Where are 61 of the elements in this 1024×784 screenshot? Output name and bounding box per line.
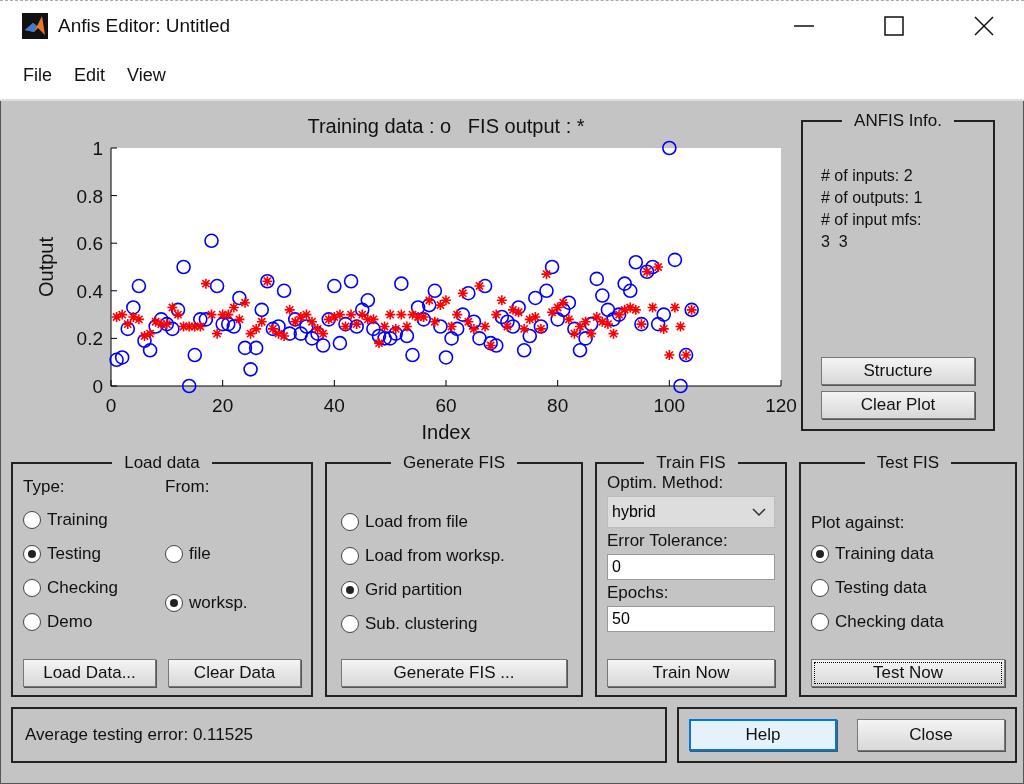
- y-axis-label: Output: [35, 237, 57, 297]
- field-label: Optim. Method:: [607, 473, 725, 493]
- radio-label: Sub. clustering: [365, 614, 478, 634]
- status-message: Average testing error: 0.11525: [11, 707, 667, 763]
- tick-label: 0.2: [76, 328, 103, 350]
- panel-title: Generate FIS: [401, 453, 507, 473]
- tick-label: 0: [92, 376, 103, 397]
- info-text: # of outputs: 1: [821, 188, 924, 208]
- radio-label: Demo: [47, 612, 93, 632]
- panel-button[interactable]: Structure: [821, 357, 975, 385]
- radio-label: Load from file: [365, 512, 468, 532]
- radio-label: Testing: [47, 544, 101, 564]
- panel-title: ANFIS Info.: [853, 111, 943, 131]
- tick-label: 0.4: [76, 280, 103, 302]
- group-label: Plot against:: [811, 513, 905, 532]
- tick-label: 0.8: [76, 185, 103, 207]
- radio-label: worksp.: [189, 593, 248, 613]
- train-now-button[interactable]: Train Now: [607, 659, 775, 687]
- info-text: # of input mfs:: [821, 210, 923, 230]
- tick-label: 0.6: [76, 233, 103, 255]
- menu-item[interactable]: Edit: [63, 60, 117, 90]
- radio-label: Testing data: [835, 578, 927, 598]
- tick-label: 60: [435, 395, 457, 416]
- info-text: # of inputs: 2: [821, 166, 914, 186]
- method-dropdown[interactable]: hybrid: [607, 496, 775, 528]
- radio-label: Load from worksp.: [365, 546, 505, 566]
- field-label: Epochs:: [607, 583, 670, 603]
- tick-label: 1: [92, 138, 103, 159]
- tick-label: 100: [653, 395, 686, 416]
- info-text: 3 3: [821, 232, 849, 252]
- x-axis-label: Index: [421, 421, 471, 443]
- menu-item[interactable]: View: [116, 60, 177, 90]
- input-field[interactable]: 0: [607, 554, 775, 580]
- menu-item[interactable]: File: [12, 60, 63, 90]
- dialog-button[interactable]: Close: [857, 719, 1005, 751]
- tick-label: 120: [765, 395, 797, 416]
- panel-title: Test FIS: [875, 453, 941, 473]
- group-label: From:: [165, 477, 210, 496]
- panel-button[interactable]: Clear Plot: [821, 391, 975, 419]
- input-field[interactable]: 50: [607, 606, 775, 632]
- panel-title: Train FIS: [655, 453, 727, 473]
- tick-label: 0: [105, 395, 117, 416]
- chart-title: Training data : o FIS output : *: [307, 115, 585, 137]
- radio-label: Training: [47, 510, 108, 530]
- radio-label: Checking data: [835, 612, 944, 632]
- field-label: Error Tolerance:: [607, 531, 729, 551]
- radio-label: file: [189, 544, 211, 564]
- radio-label: Training data: [835, 544, 934, 564]
- generate-fis-button[interactable]: Generate FIS ...: [341, 659, 567, 687]
- window-title: Anfis Editor: Untitled: [58, 15, 232, 37]
- tick-label: 80: [547, 395, 569, 416]
- panel-button[interactable]: Clear Data: [168, 659, 301, 687]
- panel-title: Load data: [123, 453, 201, 473]
- dialog-button[interactable]: Help: [689, 719, 837, 751]
- radio-label: Grid partition: [365, 580, 463, 600]
- tick-label: 40: [323, 395, 345, 416]
- panel-button[interactable]: Load Data...: [23, 659, 156, 687]
- group-label: Type:: [23, 477, 65, 496]
- test-now-button[interactable]: Test Now: [811, 659, 1005, 687]
- tick-label: 20: [212, 395, 234, 416]
- radio-label: Checking: [47, 578, 118, 598]
